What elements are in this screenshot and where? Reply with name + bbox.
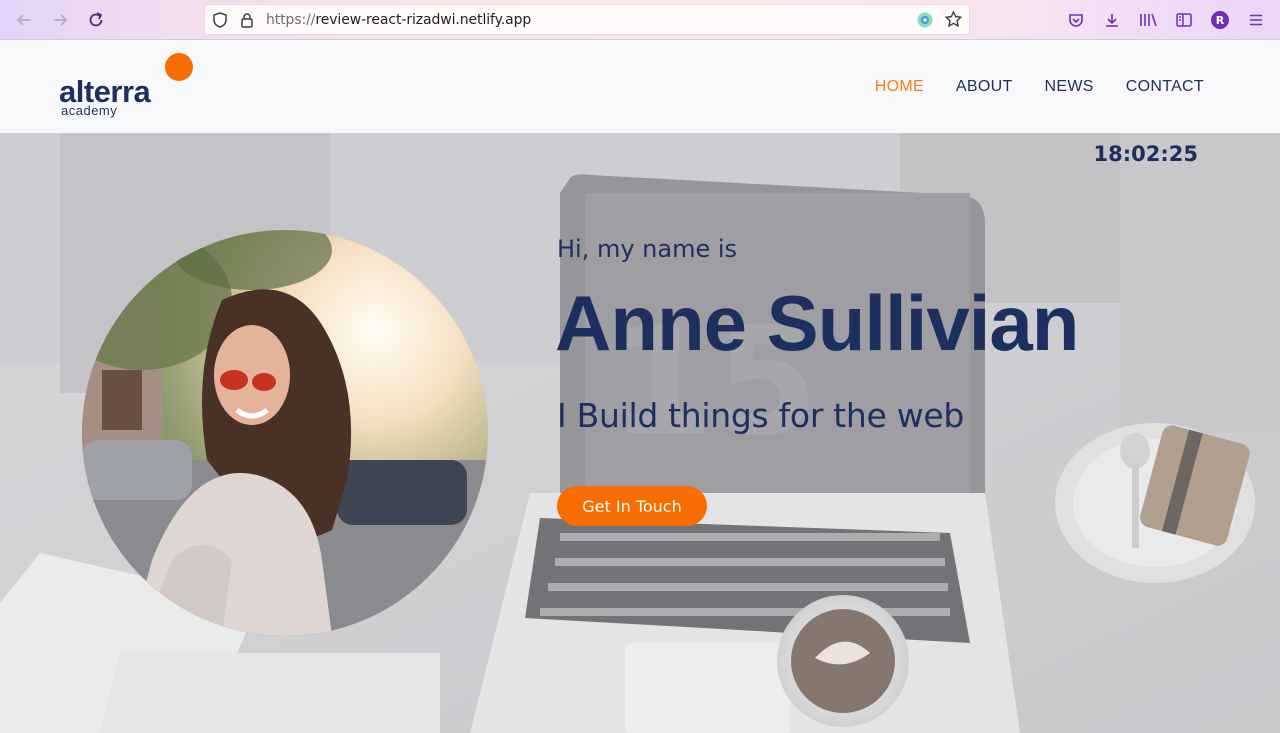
lock-icon[interactable]	[238, 11, 256, 34]
hero-section: 15 18:02:25 Hi, my name is Anne Sullivia…	[0, 133, 1280, 733]
hero-name: Anne Sullivian	[555, 279, 1079, 367]
url-bar[interactable]: https://review-react-rizadwi.netlify.app	[204, 4, 970, 35]
browser-toolbar: https://review-react-rizadwi.netlify.app…	[0, 0, 1280, 40]
alterra-logo[interactable]: alterra academy	[59, 52, 199, 122]
url-text: https://review-react-rizadwi.netlify.app	[266, 12, 532, 28]
main-nav: HOME ABOUT NEWS CONTACT	[875, 78, 1204, 96]
hero-greeting: Hi, my name is	[557, 235, 738, 263]
extension-icon[interactable]	[916, 11, 934, 34]
star-icon[interactable]	[944, 10, 963, 34]
logo-orange-dot	[165, 53, 193, 81]
get-in-touch-button[interactable]: Get In Touch	[557, 486, 707, 526]
clock-display: 18:02:25	[1093, 142, 1198, 166]
logo-subtitle: academy	[61, 103, 118, 118]
pocket-icon[interactable]	[1064, 8, 1088, 32]
back-arrow-icon[interactable]	[12, 8, 36, 32]
nav-home[interactable]: HOME	[875, 78, 924, 96]
profile-photo	[82, 230, 488, 636]
shield-icon[interactable]	[211, 11, 229, 34]
reload-icon[interactable]	[84, 8, 108, 32]
nav-news[interactable]: NEWS	[1045, 78, 1094, 96]
sidebar-icon[interactable]	[1172, 8, 1196, 32]
site-header: alterra academy HOME ABOUT NEWS CONTACT	[0, 40, 1280, 133]
download-icon[interactable]	[1100, 8, 1124, 32]
forward-arrow-icon[interactable]	[48, 8, 72, 32]
nav-about[interactable]: ABOUT	[956, 78, 1013, 96]
nav-contact[interactable]: CONTACT	[1126, 78, 1204, 96]
profile-icon[interactable]: R	[1208, 8, 1232, 32]
hamburger-menu-icon[interactable]	[1244, 8, 1268, 32]
hero-tagline: I Build things for the web	[557, 396, 965, 435]
library-icon[interactable]	[1136, 8, 1160, 32]
